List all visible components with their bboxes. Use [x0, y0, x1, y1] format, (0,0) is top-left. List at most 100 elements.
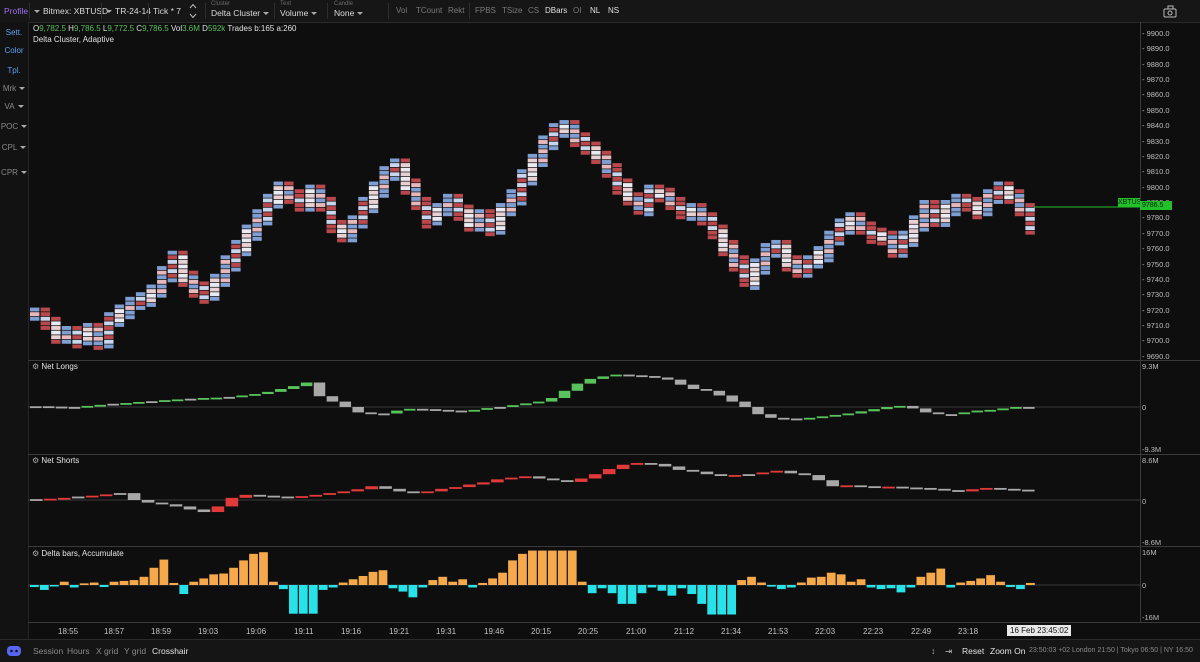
cluster-cell [284, 199, 294, 204]
gear-icon[interactable]: ⚙ [32, 549, 39, 558]
panel-divider[interactable] [28, 360, 1200, 361]
delta-bar [717, 585, 727, 615]
crosshair-toggle[interactable]: Crosshair [152, 646, 188, 656]
text-dropdown[interactable]: Text Volume [280, 1, 318, 19]
reset-button[interactable]: Reset [962, 646, 984, 656]
cluster-cell [421, 224, 432, 229]
cluster-cell [781, 253, 792, 258]
net-longs-bar [326, 396, 339, 402]
cluster-cell [1025, 203, 1035, 207]
toggle-vol[interactable]: Vol [396, 6, 407, 15]
cluster-cell [718, 229, 728, 234]
delta-min: -16M [1142, 613, 1160, 622]
cluster-cell [241, 233, 252, 238]
net-shorts-bar [323, 493, 336, 495]
delta-bar [59, 581, 69, 585]
toggle-fpbs[interactable]: FPBS [475, 6, 496, 15]
cluster-cell [675, 201, 686, 206]
cluster-cell [167, 269, 178, 274]
vertical-resize-icon[interactable]: ↕ [931, 646, 935, 656]
symbol-dropdown[interactable]: Bitmex: XBTUSD [34, 0, 108, 22]
delta-bar [547, 550, 557, 585]
tick-selector[interactable]: Tick * 7 [153, 0, 181, 22]
net-shorts-bar [211, 506, 225, 513]
net-longs-bar [739, 401, 751, 407]
close-value: 9,786.5 [142, 24, 169, 33]
cluster-cell [474, 227, 485, 232]
sidebar-item-settings[interactable]: Sett. [0, 28, 28, 37]
cluster-cell [125, 306, 135, 310]
cluster-dropdown[interactable]: Cluster Delta Cluster [211, 1, 270, 19]
cluster-cell [368, 209, 379, 214]
cluster-cell [495, 226, 506, 231]
delta-bar [219, 573, 229, 585]
hours-toggle[interactable]: Hours [67, 646, 90, 656]
cluster-cell [411, 196, 421, 201]
cluster-cell [93, 346, 103, 350]
toggle-tsize[interactable]: TSize [502, 6, 522, 15]
delta-bar [826, 572, 836, 585]
net-longs-bar [455, 410, 468, 413]
toggle-tcount[interactable]: TCount [416, 6, 442, 15]
net-longs-bar [236, 395, 248, 398]
cluster-cell [930, 204, 940, 209]
toggle-oi[interactable]: OI [573, 6, 581, 15]
net-longs-bar [881, 407, 893, 410]
screenshot-button[interactable] [1163, 4, 1177, 20]
panel-divider[interactable] [28, 454, 1200, 455]
panel-divider[interactable] [28, 546, 1200, 547]
toggle-dbars[interactable]: DBars [545, 6, 567, 15]
session-toggle[interactable]: Session [33, 646, 63, 656]
net-shorts-bar [253, 494, 267, 497]
delta-panel-title: ⚙ Delta bars, Accumulate [32, 549, 124, 558]
sidebar-item-markers[interactable]: Mrk [0, 84, 28, 93]
cluster-cell [135, 296, 146, 301]
zoom-button[interactable]: Zoom On [990, 646, 1025, 656]
cluster-cell [337, 219, 347, 224]
delta-bar [209, 574, 219, 585]
cluster-cell [231, 239, 241, 244]
cluster-cell [157, 284, 167, 289]
cluster-cell [210, 296, 220, 301]
discord-icon[interactable] [6, 644, 22, 659]
timeframe-dropdown[interactable]: TR-24-14 [106, 0, 151, 22]
toggle-ns[interactable]: NS [608, 6, 619, 15]
cluster-cell [559, 120, 569, 124]
cluster-cell [739, 269, 749, 274]
cluster-cell [760, 256, 771, 261]
cluster-cell [485, 218, 495, 223]
profile-button[interactable]: Profile [4, 0, 28, 22]
toggle-rekt[interactable]: Rekt [448, 6, 464, 15]
cluster-cell [262, 193, 273, 198]
candle-dropdown[interactable]: Candle None [334, 1, 364, 19]
time-tick-label: 18:59 [151, 627, 172, 636]
toggle-cs[interactable]: CS [528, 6, 539, 15]
sidebar-item-cpr[interactable]: CPR [0, 168, 28, 177]
toggle-nl[interactable]: NL [590, 6, 600, 15]
net-shorts-min: -8.6M [1142, 538, 1162, 547]
gear-icon[interactable]: ⚙ [32, 362, 39, 371]
cluster-cell [538, 158, 548, 163]
cluster-cell [845, 226, 855, 231]
sidebar-item-cpl[interactable]: CPL [0, 143, 28, 152]
cluster-cell [72, 326, 82, 330]
sidebar-item-poc[interactable]: POC [0, 122, 28, 131]
sidebar-item-template[interactable]: Tpl. [0, 66, 28, 75]
sidebar-item-color[interactable]: Color [0, 46, 28, 55]
cluster-cell [548, 136, 559, 141]
x-grid-toggle[interactable]: X grid [96, 646, 118, 656]
net-longs-bar [661, 377, 674, 380]
cluster-cell [453, 212, 463, 217]
y-grid-toggle[interactable]: Y grid [124, 646, 146, 656]
cluster-cell [495, 230, 506, 235]
cluster-cell [750, 258, 760, 263]
profile-label: Profile [4, 6, 29, 16]
gear-icon[interactable]: ⚙ [32, 456, 39, 465]
tick-stepper[interactable] [189, 2, 197, 22]
fit-icon[interactable]: ⇥ [945, 646, 952, 657]
cluster-cell [972, 210, 982, 215]
cluster-cell [210, 282, 220, 287]
delta-bar [418, 585, 428, 588]
sidebar-item-value-area[interactable]: VA [0, 102, 28, 111]
cluster-cell [792, 269, 802, 274]
